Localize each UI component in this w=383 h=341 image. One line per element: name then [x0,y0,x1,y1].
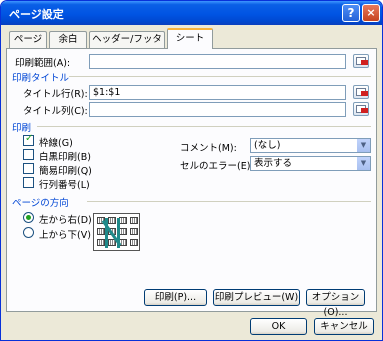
cell-errors-select[interactable]: 表示する ▼ [250,156,371,171]
title-cols-label: タイトル列(C): [23,106,88,117]
print-titles-section-label: 印刷タイトル [12,73,70,84]
over-then-down-label: 上から下(V) [39,230,91,241]
comments-select[interactable]: (なし) ▼ [250,138,371,153]
tab-header-footer[interactable]: ヘッダー/フッター [89,31,165,60]
dialog-title: ページ設定 [9,8,64,21]
tab-page[interactable]: ページ [9,31,47,48]
row-col-headings-checkbox[interactable] [23,177,34,188]
draft-quality-label: 簡易印刷(Q) [39,166,92,177]
title-rows-collapse-icon[interactable] [353,85,369,99]
section-divider [69,76,371,77]
print-button[interactable]: 印刷(P)... [144,289,207,306]
cell-errors-value: 表示する [254,158,293,169]
sheet-tab-panel: 印刷範囲(A): 印刷タイトル タイトル行(R): $1:$1 タイトル列(C)… [6,48,377,318]
black-white-label: 白黒印刷(B) [39,152,91,163]
tab-sheet[interactable]: シート [167,28,213,49]
comments-label: コメント(M): [180,143,237,154]
gridlines-checkbox[interactable] [23,133,34,146]
comments-value: (なし) [254,140,281,151]
page-order-preview-icon [93,213,140,251]
gridlines-label: 枠線(G) [39,138,73,149]
title-rows-input[interactable]: $1:$1 [89,85,346,100]
section-divider [87,201,371,202]
print-area-collapse-icon[interactable] [353,54,369,68]
close-button[interactable]: × [362,4,380,22]
black-white-checkbox[interactable] [23,149,34,160]
cell-errors-label: セルのエラー(E): [180,161,254,172]
title-bar: ページ設定 ? × [1,1,382,25]
options-button[interactable]: オプション(O)... [306,289,365,318]
ok-button[interactable]: OK [250,318,307,335]
cancel-button[interactable]: キャンセル [314,318,374,335]
title-cols-input[interactable] [89,102,346,117]
tab-margins[interactable]: 余白 [49,31,87,48]
down-then-over-radio[interactable] [23,212,34,223]
print-area-label: 印刷範囲(A): [15,58,71,69]
chevron-down-icon[interactable]: ▼ [356,139,370,152]
print-area-input[interactable] [89,54,346,69]
down-then-over-label: 左から右(D) [39,215,92,226]
title-rows-label: タイトル行(R): [23,89,88,100]
section-divider [37,126,371,127]
chevron-down-icon[interactable]: ▼ [356,157,370,170]
over-then-down-radio[interactable] [23,227,34,238]
page-order-section-label: ページの方向 [12,198,69,209]
print-preview-button[interactable]: 印刷プレビュー(W) [213,289,300,306]
help-button[interactable]: ? [342,4,360,22]
print-section-label: 印刷 [12,123,32,134]
draft-quality-checkbox[interactable] [23,163,34,174]
title-cols-collapse-icon[interactable] [353,102,369,116]
page-setup-dialog: ページ設定 ? × ページ 余白 ヘッダー/フッター シート 印刷範囲(A): … [0,0,383,341]
row-col-headings-label: 行列番号(L) [39,180,90,191]
